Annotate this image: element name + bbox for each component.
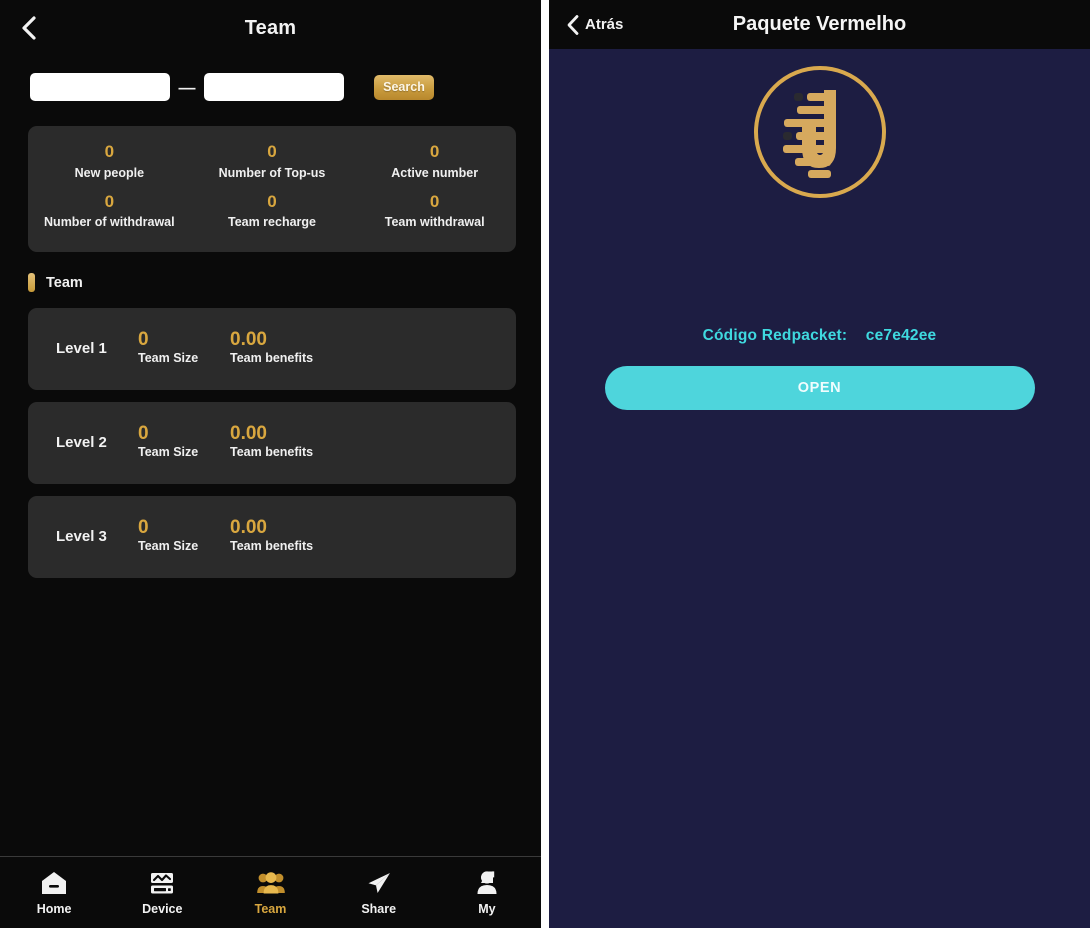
stat-value: 0 — [429, 191, 440, 211]
team-stats-panel: 0 New people 0 Number of Top-us 0 Active… — [28, 126, 516, 252]
stat-label: Number of withdrawal — [44, 215, 175, 230]
level-team-size: 0 Team Size — [138, 330, 230, 367]
metric-label: Team benefits — [230, 351, 314, 366]
level-name: Level 3 — [56, 528, 107, 546]
stat-value: 0 — [104, 191, 115, 211]
level-team-benefits: 0.00 Team benefits — [230, 330, 313, 367]
redpacket-header: Atrás Paquete Vermelho — [549, 0, 1090, 49]
page-title: Team — [244, 16, 297, 39]
level-name: Level 2 — [56, 434, 107, 452]
stat-label: Team recharge — [227, 215, 316, 230]
metric-value: 0.00 — [230, 423, 267, 445]
user-icon — [472, 869, 502, 897]
metric-label: Team Size — [138, 351, 199, 366]
nav-label: Device — [142, 902, 183, 916]
brand-logo-wrap — [549, 49, 1090, 202]
dual-phone-screenshot: Team — Search 0 New people 0 Number of T… — [0, 0, 1090, 928]
nav-item-home[interactable]: Home — [0, 857, 108, 928]
stat-number-of-withdrawal: 0 Number of withdrawal — [28, 192, 191, 230]
stat-active-number: 0 Active number — [353, 142, 516, 180]
metric-label: Team Size — [138, 539, 199, 554]
stat-label: Team withdrawal — [384, 215, 485, 230]
panel-divider — [541, 0, 549, 928]
stat-label: New people — [74, 165, 145, 180]
stat-value: 0 — [267, 142, 277, 161]
metric-value: 0 — [138, 517, 149, 539]
level-team-size: 0 Team Size — [138, 518, 230, 555]
level-name: Level 1 — [56, 340, 107, 358]
section-title: Team — [46, 274, 83, 291]
nav-item-share[interactable]: Share — [325, 857, 433, 928]
section-accent-bar — [28, 273, 35, 293]
share-icon — [364, 869, 394, 897]
stat-value: 0 — [267, 191, 277, 211]
team-section-header: Team — [28, 270, 541, 296]
redpacket-code-label: Código Redpacket: — [702, 327, 848, 344]
metric-label: Team benefits — [230, 539, 314, 554]
level-team-size: 0 Team Size — [138, 424, 230, 461]
back-button[interactable]: Atrás — [566, 14, 623, 36]
team-icon — [256, 869, 286, 897]
brand-u-logo-icon — [753, 66, 886, 198]
date-to-input[interactable] — [204, 73, 344, 101]
home-icon — [39, 869, 69, 897]
search-button[interactable]: Search — [374, 74, 434, 100]
nav-label: Home — [36, 902, 72, 916]
back-button[interactable] — [18, 15, 40, 41]
metric-value: 0.00 — [230, 517, 267, 539]
stat-new-people: 0 New people — [28, 142, 191, 180]
level-row[interactable]: Level 2 0 Team Size 0.00 Team benefits — [28, 401, 516, 484]
stat-team-recharge: 0 Team recharge — [191, 192, 354, 230]
range-separator: — — [178, 77, 196, 97]
metric-value: 0 — [138, 423, 149, 445]
redpacket-screen: Atrás Paquete Vermelho Código Redpacket:… — [549, 0, 1090, 928]
search-filter-row: — Search — [0, 56, 541, 118]
open-button[interactable]: OPEN — [604, 366, 1035, 410]
team-header: Team — [0, 0, 541, 56]
team-screen: Team — Search 0 New people 0 Number of T… — [0, 0, 541, 928]
level-team-benefits: 0.00 Team benefits — [230, 518, 313, 555]
metric-label: Team Size — [138, 445, 199, 460]
team-stats-grid: 0 New people 0 Number of Top-us 0 Active… — [28, 142, 516, 230]
level-row[interactable]: Level 1 0 Team Size 0.00 Team benefits — [28, 307, 516, 390]
metric-label: Team benefits — [230, 445, 314, 460]
redpacket-code-value: ce7e42ee — [865, 327, 937, 344]
nav-item-device[interactable]: Device — [108, 857, 216, 928]
nav-item-team[interactable]: Team — [216, 857, 324, 928]
level-team-benefits: 0.00 Team benefits — [230, 424, 313, 461]
metric-value: 0 — [138, 329, 149, 351]
date-from-input[interactable] — [30, 73, 170, 101]
stat-number-of-top-us: 0 Number of Top-us — [191, 142, 354, 180]
nav-label: Share — [361, 902, 397, 916]
redpacket-code-line: Código Redpacket: ce7e42ee — [549, 327, 1090, 345]
team-level-list: Level 1 0 Team Size 0.00 Team benefits L… — [0, 307, 541, 578]
stat-label: Active number — [391, 165, 479, 180]
stat-value: 0 — [429, 142, 440, 161]
nav-item-my[interactable]: My — [433, 857, 541, 928]
stat-team-withdrawal: 0 Team withdrawal — [353, 192, 516, 230]
redpacket-body: Código Redpacket: ce7e42ee OPEN — [549, 49, 1090, 928]
level-row[interactable]: Level 3 0 Team Size 0.00 Team benefits — [28, 495, 516, 578]
nav-label: Team — [254, 902, 287, 916]
device-icon — [147, 869, 177, 897]
back-label: Atrás — [585, 16, 624, 33]
nav-label: My — [478, 902, 496, 916]
metric-value: 0.00 — [230, 329, 267, 351]
stat-label: Number of Top-us — [218, 165, 326, 180]
chevron-left-icon — [567, 14, 579, 35]
stat-value: 0 — [104, 142, 115, 161]
bottom-navigation: Home Device Team Share My — [0, 856, 541, 928]
page-title: Paquete Vermelho — [732, 13, 907, 35]
